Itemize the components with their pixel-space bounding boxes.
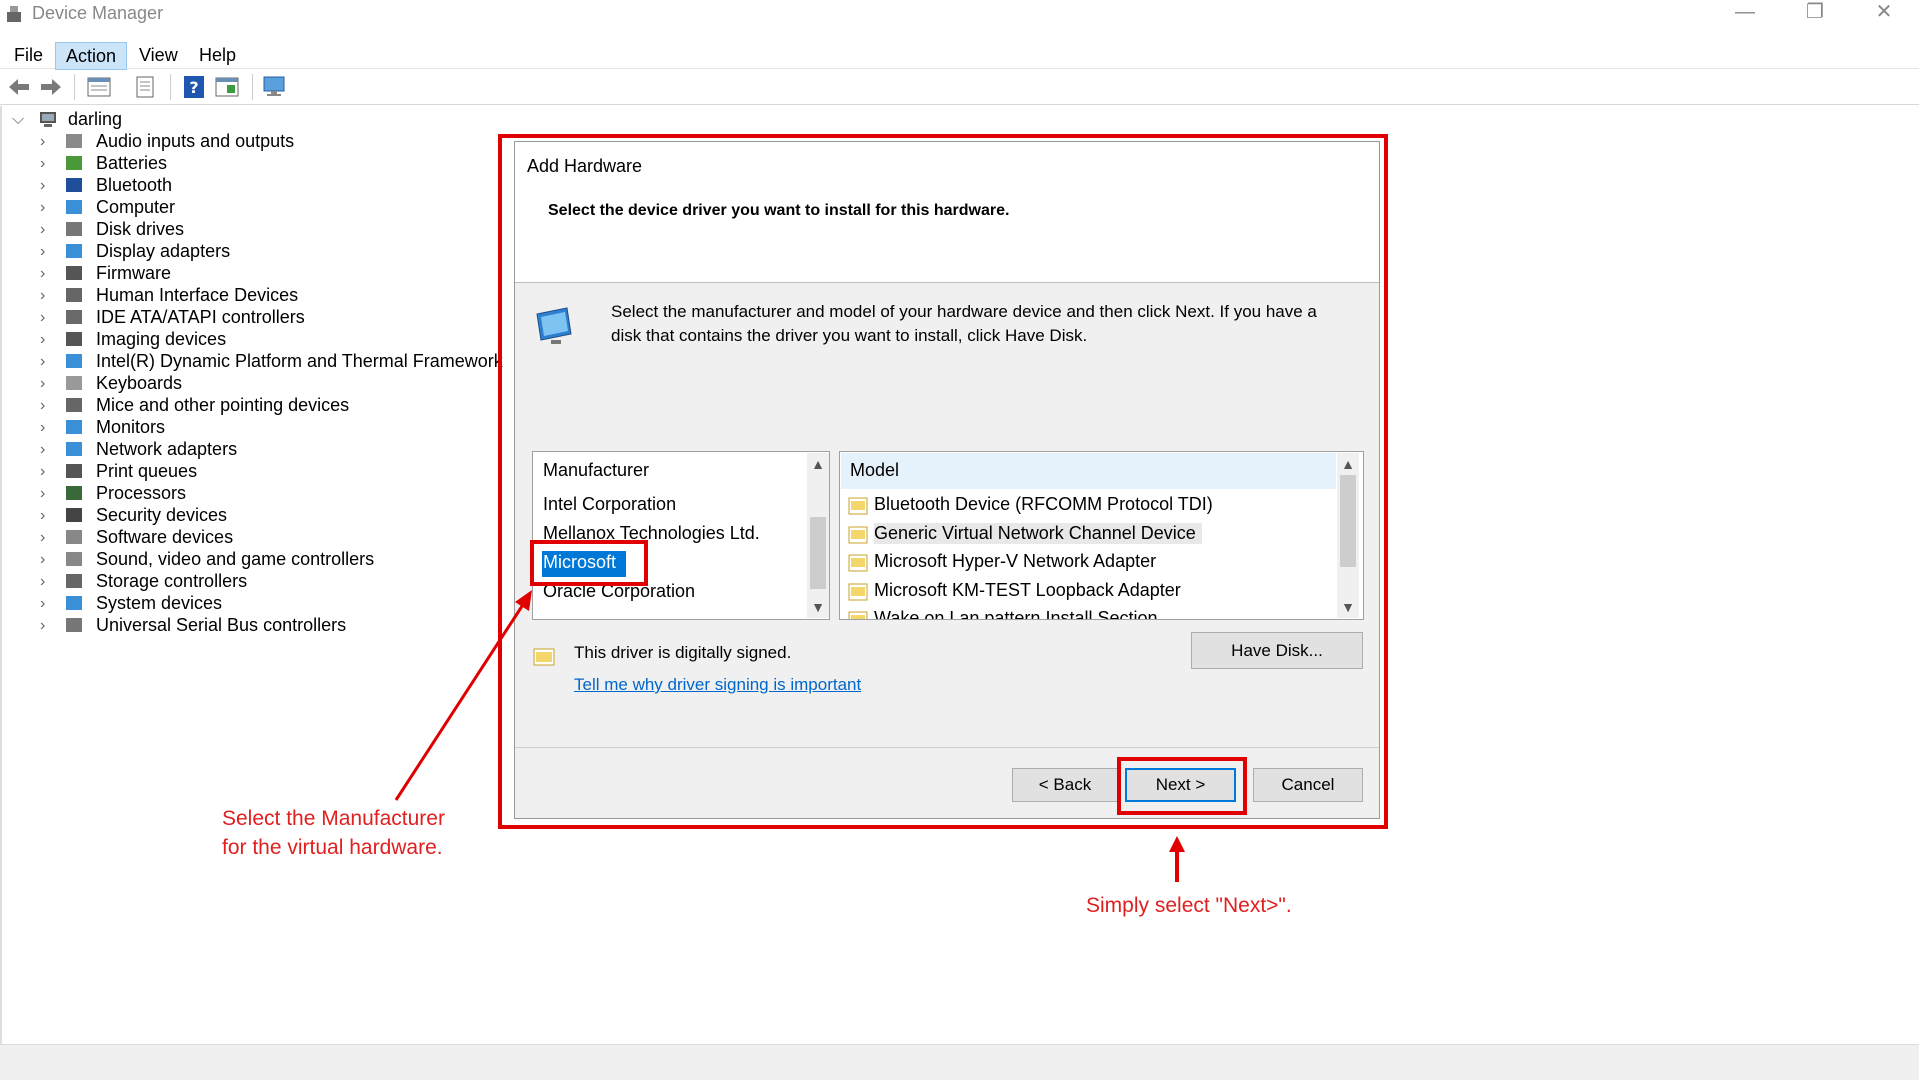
device-category-icon — [66, 244, 82, 258]
manufacturer-annotation-box — [530, 540, 648, 586]
update-driver-icon[interactable] — [132, 74, 158, 100]
device-category-icon — [66, 266, 82, 280]
device-category-icon — [66, 530, 82, 544]
device-category-icon — [66, 508, 82, 522]
svg-text:?: ? — [189, 78, 198, 97]
device-tree: ⌵ darling › Audio inputs and outputs › Batt… — [0, 106, 503, 766]
chevron-right-icon[interactable]: › — [40, 612, 52, 639]
device-category-icon — [66, 486, 82, 500]
device-category-icon — [66, 222, 82, 236]
device-category-icon — [66, 618, 82, 632]
device-category-icon — [66, 178, 82, 192]
toolbar-separator — [252, 74, 253, 100]
menu-view[interactable]: View — [129, 42, 188, 68]
device-category-icon — [66, 596, 82, 610]
up-arrow-head — [1169, 836, 1185, 852]
device-category-icon — [66, 200, 82, 214]
menu-bar — [0, 38, 1919, 69]
annotation-manufacturer-line-2: for the virtual hardware. — [222, 836, 443, 859]
show-hidden-icon[interactable] — [214, 74, 240, 100]
tree-item[interactable]: › Universal Serial Bus controllers — [0, 612, 490, 639]
minimize-button[interactable]: — — [1710, 0, 1780, 30]
device-category-icon — [66, 398, 82, 412]
device-category-icon — [66, 354, 82, 368]
title-bar — [0, 0, 1919, 30]
computer-icon — [40, 112, 56, 127]
dialog-annotation-box — [498, 134, 1388, 829]
annotation-next: Simply select "Next>". — [1086, 894, 1292, 917]
device-category-icon — [66, 376, 82, 390]
device-category-icon — [66, 288, 82, 302]
next-annotation-box — [1117, 757, 1247, 815]
scan-hardware-icon[interactable] — [262, 74, 288, 100]
back-icon[interactable] — [6, 74, 32, 100]
window-title: Device Manager — [32, 3, 164, 23]
properties-icon[interactable] — [86, 74, 112, 100]
restore-button[interactable]: ❐ — [1780, 0, 1850, 30]
tree-item-label: Universal Serial Bus controllers — [96, 615, 347, 635]
help-icon[interactable]: ? — [181, 74, 207, 100]
forward-icon[interactable] — [38, 74, 64, 100]
device-category-icon — [66, 464, 82, 478]
device-category-icon — [66, 574, 82, 588]
status-bar — [0, 1044, 1919, 1080]
menu-action[interactable]: Action — [55, 42, 128, 70]
device-category-icon — [66, 552, 82, 566]
close-button[interactable]: ✕ — [1849, 0, 1919, 30]
device-category-icon — [66, 310, 82, 324]
device-category-icon — [66, 332, 82, 346]
toolbar-separator — [74, 74, 75, 100]
toolbar-separator — [170, 74, 171, 100]
device-category-icon — [66, 442, 82, 456]
device-manager-icon — [7, 6, 21, 22]
device-category-icon — [66, 420, 82, 434]
device-category-icon — [66, 134, 82, 148]
menu-help[interactable]: Help — [189, 42, 246, 68]
device-category-icon — [66, 156, 82, 170]
menu-file[interactable]: File — [4, 42, 53, 68]
annotation-manufacturer-line-1: Select the Manufacturer — [222, 807, 445, 830]
